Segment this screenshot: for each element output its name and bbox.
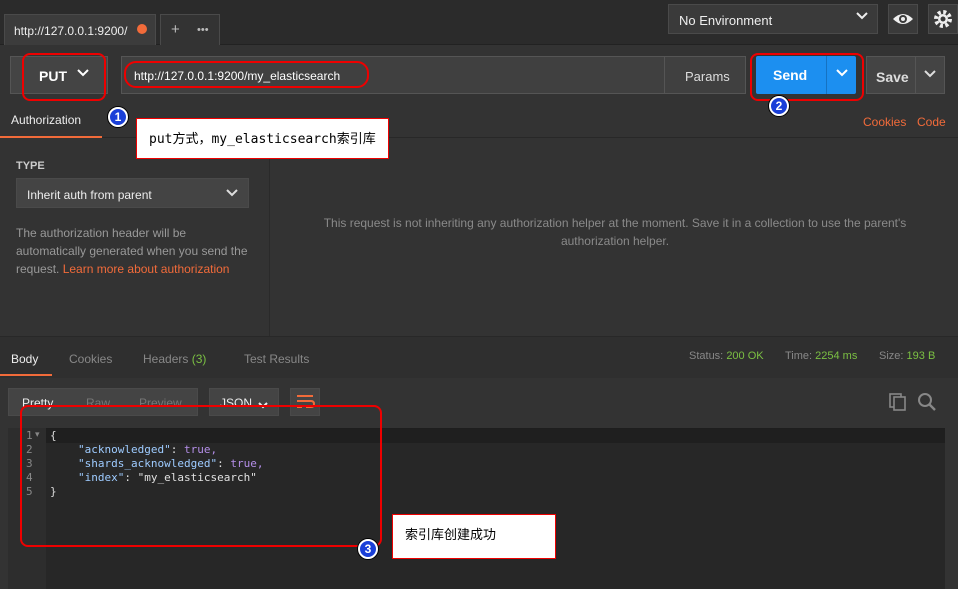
annotation-marker-3: 3	[358, 539, 378, 559]
request-tab[interactable]: http://127.0.0.1:9200/	[4, 14, 156, 45]
unsaved-dot-icon	[137, 24, 147, 34]
annotation-marker-2: 2	[769, 96, 789, 116]
save-options-button[interactable]	[915, 56, 945, 94]
tab-headers[interactable]: Headers (3)	[143, 352, 206, 366]
annotation-highlight-url	[124, 61, 369, 88]
copy-icon[interactable]	[888, 392, 908, 415]
search-icon[interactable]	[917, 392, 937, 415]
headers-count: (3)	[191, 352, 207, 366]
tab-body[interactable]: Body	[11, 352, 38, 366]
request-tab-title: http://127.0.0.1:9200/	[14, 24, 128, 38]
params-button[interactable]: Params	[664, 56, 746, 94]
auth-help-text: This request is not inheriting any autho…	[323, 216, 907, 248]
size-info: Size: 193 B	[879, 350, 935, 362]
tab-test-results[interactable]: Test Results	[244, 352, 309, 366]
tab-authorization-label: Authorization	[11, 113, 82, 127]
tab-headers-label: Headers	[143, 352, 189, 366]
status-info: Status: 200 OK	[689, 350, 764, 362]
tab-controls: + •••	[160, 14, 220, 45]
tab-authorization[interactable]: Authorization	[0, 106, 102, 138]
auth-description: The authorization header will be automat…	[16, 224, 256, 278]
code-link[interactable]: Code	[917, 115, 946, 129]
tab-cookies[interactable]: Cookies	[69, 352, 112, 366]
time-label: Time:	[785, 350, 813, 362]
learn-more-link[interactable]: Learn more about authorization	[63, 262, 230, 276]
annotation-marker-1: 1	[108, 107, 128, 127]
annotation-highlight-send	[750, 53, 864, 101]
settings-button[interactable]	[928, 4, 958, 34]
time-value: 2254 ms	[815, 350, 858, 362]
chevron-down-icon	[924, 70, 936, 78]
gear-icon	[934, 10, 952, 28]
auth-type-select[interactable]: Inherit auth from parent	[16, 178, 249, 208]
annotation-highlight-response	[20, 405, 382, 547]
time-info: Time: 2254 ms	[785, 350, 857, 362]
status-value: 200 OK	[726, 350, 764, 362]
chevron-down-icon	[855, 8, 869, 26]
more-tabs-button[interactable]: •••	[197, 24, 209, 36]
annotation-highlight-method	[22, 53, 106, 101]
annotation-callout-1: put方式，my_elasticsearch索引库	[136, 118, 389, 159]
chevron-down-icon	[225, 185, 239, 201]
eye-icon	[893, 14, 913, 24]
size-value: 193 B	[906, 350, 936, 362]
auth-type-label: TYPE	[16, 160, 45, 172]
cookies-link[interactable]: Cookies	[863, 115, 906, 129]
active-tab-indicator	[0, 374, 52, 376]
annotation-callout-3: 索引库创建成功	[392, 514, 556, 559]
environment-quick-look-button[interactable]	[888, 4, 918, 34]
size-label: Size:	[879, 350, 904, 362]
new-tab-button[interactable]: +	[171, 21, 180, 38]
status-label: Status:	[689, 350, 724, 362]
environment-label: No Environment	[679, 13, 773, 28]
save-button[interactable]: Save	[866, 56, 916, 94]
environment-select[interactable]: No Environment	[668, 4, 878, 34]
auth-type-value: Inherit auth from parent	[27, 188, 152, 202]
